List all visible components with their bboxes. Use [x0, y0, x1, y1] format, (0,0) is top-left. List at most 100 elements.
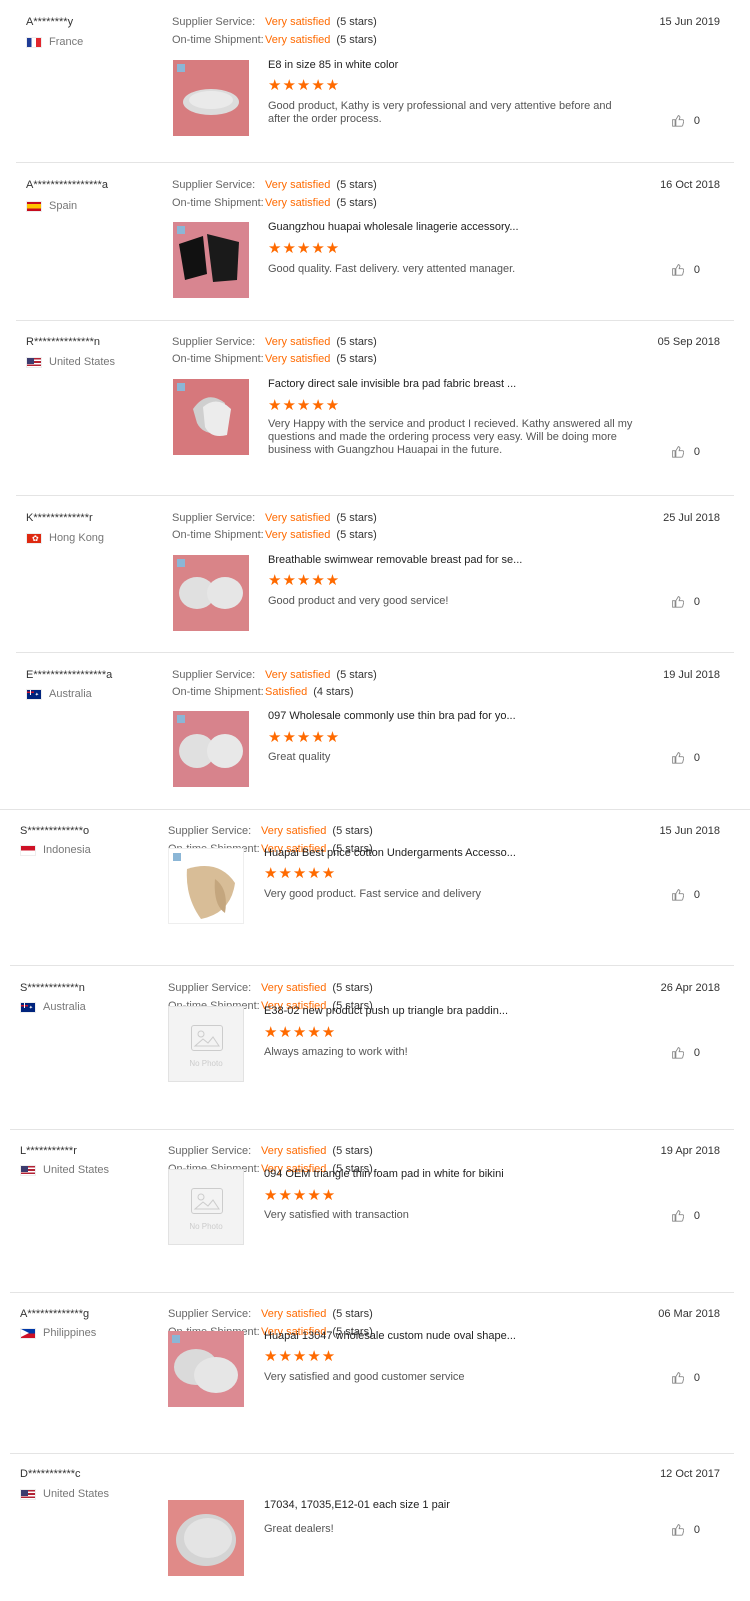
like-count: 0	[693, 1371, 700, 1384]
like-count: 0	[693, 1046, 700, 1059]
like-button[interactable]: 0	[671, 445, 700, 458]
like-button[interactable]: 0	[671, 888, 700, 901]
buyer-name: A****************a	[26, 179, 108, 191]
supplier-service-value: Very satisfied	[265, 669, 331, 681]
product-name[interactable]: 094 OEM triangle thin foam pad in white …	[264, 1168, 504, 1180]
flag-ph-icon	[20, 1327, 36, 1339]
flag-au-icon: ✦	[20, 1001, 36, 1013]
supplier-service-row: Supplier Service: Very satisfied (5 stars)	[172, 179, 377, 191]
like-button[interactable]: 0	[671, 1371, 700, 1384]
like-button[interactable]: 0	[671, 751, 700, 764]
product-thumbnail[interactable]: No Photo	[168, 1169, 244, 1245]
product-name[interactable]: E8 in size 85 in white color	[268, 59, 398, 71]
product-thumbnail[interactable]	[173, 379, 249, 455]
review-date: 19 Jul 2018	[663, 669, 720, 681]
flag-au-icon: ✦	[26, 688, 42, 700]
review-comment: Very satisfied and good customer service	[264, 1371, 465, 1383]
product-name[interactable]: Huapai 13047 wholesale custom nude oval …	[264, 1330, 516, 1342]
shipment-value: Very satisfied	[265, 529, 331, 541]
supplier-service-stars: (5 stars)	[332, 1308, 373, 1320]
supplier-service-value: Very satisfied	[261, 825, 327, 837]
product-thumbnail[interactable]	[168, 1500, 244, 1576]
buyer-name: A********y	[26, 16, 74, 28]
buyer-country: Spain	[26, 200, 77, 212]
buyer-country: ✦ Australia	[20, 1001, 86, 1013]
review-divider	[10, 1453, 734, 1454]
rating-stars: ★★★★★	[264, 1187, 337, 1204]
review-date: 15 Jun 2019	[659, 16, 720, 28]
review-date: 25 Jul 2018	[663, 512, 720, 524]
shipment-row: On-time Shipment:Very satisfied (5 stars)	[172, 34, 377, 46]
buyer-country: United States	[20, 1164, 109, 1176]
product-thumbnail[interactable]	[173, 555, 249, 631]
supplier-service-row: Supplier Service: Very satisfied (5 stars)	[172, 336, 377, 348]
country-label: France	[49, 36, 84, 48]
supplier-service-label: Supplier Service:	[168, 982, 252, 994]
product-name[interactable]: 097 Wholesale commonly use thin bra pad …	[268, 710, 516, 722]
product-name[interactable]: Factory direct sale invisible bra pad fa…	[268, 378, 516, 390]
product-thumbnail[interactable]	[173, 222, 249, 298]
supplier-service-value: Very satisfied	[265, 16, 331, 28]
shipment-label: On-time Shipment:	[172, 197, 264, 209]
buyer-name: S*************o	[20, 825, 90, 837]
product-thumbnail[interactable]: No Photo	[168, 1006, 244, 1082]
product-thumbnail[interactable]	[173, 711, 249, 787]
buyer-country: ✿ Hong Kong	[26, 532, 104, 544]
like-button[interactable]: 0	[671, 1209, 700, 1222]
thumbs-up-icon	[672, 1047, 684, 1059]
rating-stars: ★★★★★	[268, 240, 341, 257]
image-placeholder-icon	[191, 1025, 223, 1051]
shipment-stars: (4 stars)	[313, 686, 354, 698]
supplier-service-row: Supplier Service: Very satisfied (5 stars)	[168, 1145, 373, 1157]
product-name[interactable]: Breathable swimwear removable breast pad…	[268, 554, 522, 566]
review-comment: Very Happy with the service and product …	[268, 418, 633, 456]
country-label: Spain	[49, 200, 78, 212]
shipment-row: On-time Shipment:Satisfied (4 stars)	[172, 686, 354, 698]
supplier-service-stars: (5 stars)	[332, 1145, 373, 1157]
review-date: 26 Apr 2018	[660, 982, 720, 994]
review-divider	[10, 965, 734, 966]
thumbs-up-icon	[672, 596, 684, 608]
review-date: 05 Sep 2018	[657, 336, 720, 348]
product-thumbnail[interactable]	[173, 60, 249, 136]
product-name[interactable]: Guangzhou huapai wholesale linagerie acc…	[268, 221, 519, 233]
product-name[interactable]: Huapai Best price cotton Undergarments A…	[264, 847, 516, 859]
like-button[interactable]: 0	[671, 1046, 700, 1059]
like-count: 0	[693, 595, 700, 608]
rating-stars: ★★★★★	[268, 397, 341, 414]
like-count: 0	[693, 888, 700, 901]
supplier-service-value: Very satisfied	[265, 512, 331, 524]
like-button[interactable]: 0	[671, 263, 700, 276]
like-count: 0	[693, 1209, 700, 1222]
product-thumbnail[interactable]	[168, 1331, 244, 1407]
shipment-stars: (5 stars)	[336, 34, 377, 46]
like-button[interactable]: 0	[671, 114, 700, 127]
product-name[interactable]: 17034, 17035,E12-01 each size 1 pair	[264, 1499, 450, 1511]
review-comment: Good product and very good service!	[268, 595, 449, 607]
review-date: 15 Jun 2018	[659, 825, 720, 837]
like-button[interactable]: 0	[671, 595, 700, 608]
supplier-service-row: Supplier Service: Very satisfied (5 stars)	[172, 669, 377, 681]
supplier-service-value: Very satisfied	[261, 1145, 327, 1157]
supplier-service-stars: (5 stars)	[336, 336, 377, 348]
product-name[interactable]: E38-02 new product push up triangle bra …	[264, 1005, 508, 1017]
no-photo-label: No Photo	[189, 1059, 223, 1068]
buyer-name: E*****************a	[26, 669, 113, 681]
shipment-value: Very satisfied	[265, 197, 331, 209]
flag-us-icon	[20, 1164, 36, 1176]
rating-stars: ★★★★★	[264, 865, 337, 882]
shipment-label: On-time Shipment:	[172, 353, 264, 365]
review-divider	[16, 320, 734, 321]
like-button[interactable]: 0	[671, 1523, 700, 1536]
thumbs-up-icon	[672, 889, 684, 901]
product-thumbnail[interactable]	[168, 848, 244, 924]
supplier-service-value: Very satisfied	[265, 336, 331, 348]
like-count: 0	[693, 263, 700, 276]
review-comment: Very satisfied with transaction	[264, 1209, 409, 1221]
review-divider	[0, 809, 750, 810]
like-count: 0	[693, 751, 700, 764]
supplier-service-label: Supplier Service:	[168, 825, 252, 837]
supplier-service-label: Supplier Service:	[172, 336, 256, 348]
flag-id-icon	[20, 844, 36, 856]
review-comment: Great dealers!	[264, 1523, 334, 1535]
